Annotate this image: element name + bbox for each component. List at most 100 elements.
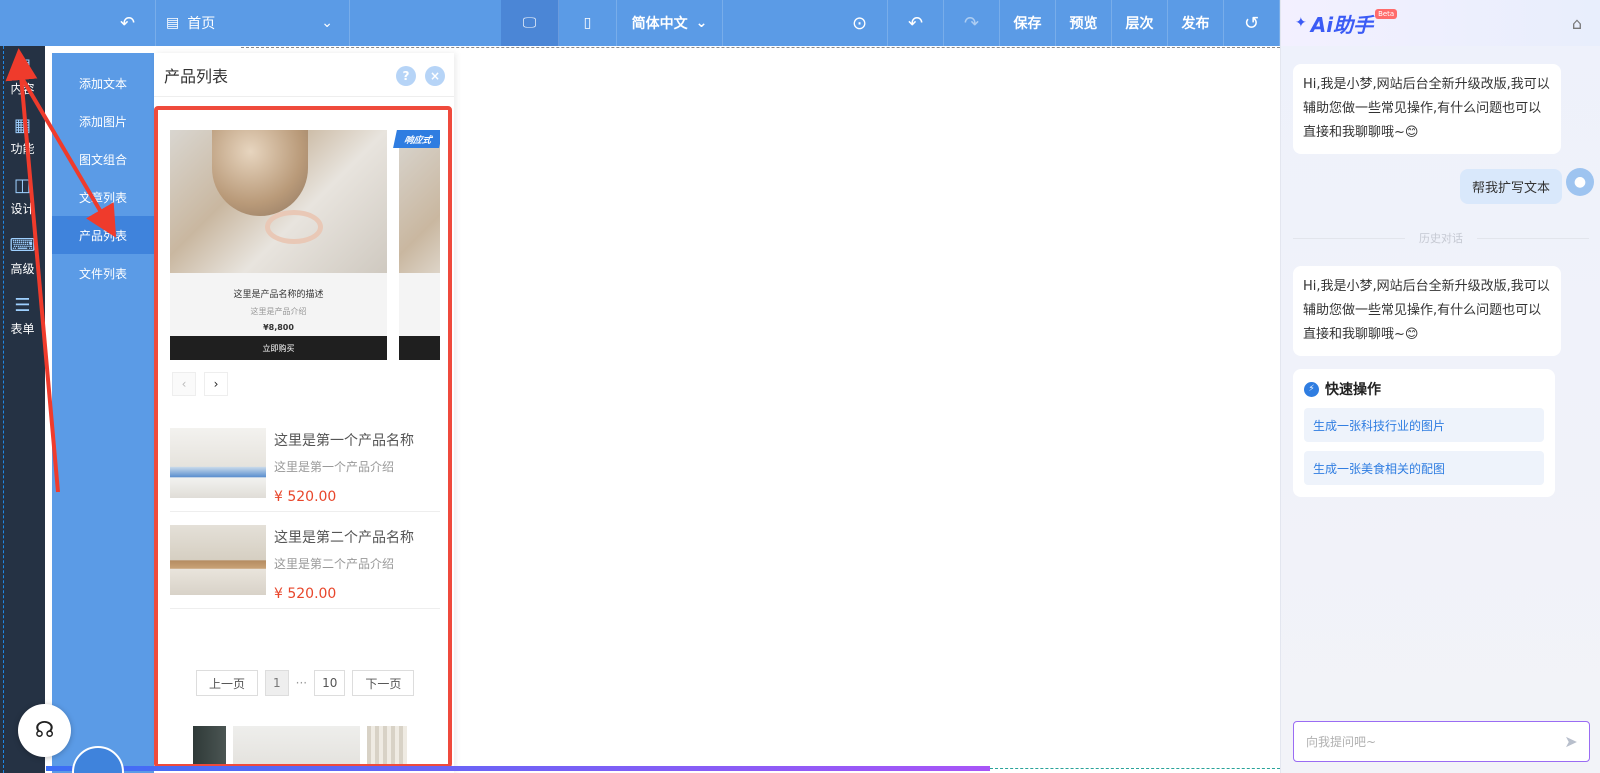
page-last-button[interactable]: 10 [314, 670, 346, 696]
headset-icon: ☊ [34, 718, 55, 743]
carousel-card-next[interactable] [399, 130, 440, 360]
submenu-product-list[interactable]: 产品列表 [52, 216, 154, 254]
list-item[interactable]: 这里是第二个产品名称 这里是第二个产品介绍 ¥ 520.00 [170, 512, 440, 609]
form-icon: ☰ [14, 295, 31, 316]
save-button[interactable]: 保存 [1000, 0, 1056, 46]
language-label: 简体中文 [631, 16, 688, 32]
quick-action-tech-image[interactable]: 生成一张科技行业的图片 [1304, 408, 1544, 442]
ai-assistant-panel: ✦ Ai助手 Beta ⌂ Hi,我是小梦,网站后台全新升级改版,我可以辅助您做… [1280, 0, 1600, 773]
rail-item-label: 高级 [10, 262, 35, 276]
responsive-tag: 响应式 [393, 130, 440, 148]
chevron-right-icon: › [213, 377, 219, 391]
ai-header: ✦ Ai助手 Beta ⌂ [1281, 0, 1600, 46]
vase-shape [212, 130, 308, 216]
prev-page-button[interactable]: 上一页 [196, 670, 259, 696]
page-name: 首页 [187, 16, 216, 32]
product-thumbnail [170, 525, 266, 595]
quick-actions: ⚡ 快速操作 生成一张科技行业的图片 生成一张美食相关的配图 [1293, 369, 1555, 497]
user-icon: ● [1573, 174, 1587, 190]
sparkle-icon: ✦ [1295, 15, 1307, 31]
product-name: 这里是第一个产品名称 [274, 433, 414, 449]
redo-button[interactable]: ↷ [944, 0, 1000, 46]
rail-item-label: 表单 [10, 322, 35, 336]
left-rail: ▤ 内容 ▦ 功能 ◫ 设计 ⌨ 高级 ☰ 表单 [0, 46, 45, 773]
list-item[interactable]: 这里是第一个产品名称 这里是第一个产品介绍 ¥ 520.00 [170, 415, 440, 512]
submenu-image-text[interactable]: 图文组合 [52, 140, 154, 178]
page-1-button[interactable]: 1 [265, 670, 289, 696]
product-thumbnail [170, 428, 266, 498]
rail-item-label: 内容 [10, 82, 35, 96]
chevron-left-icon: ‹ [181, 377, 187, 391]
undo-button[interactable]: ↶ [888, 0, 944, 46]
help-icon[interactable]: ? [396, 66, 416, 86]
rail-item-form[interactable]: ☰ 表单 [0, 286, 45, 346]
more-button[interactable]: ⊙ [832, 0, 888, 46]
rail-item-advanced[interactable]: ⌨ 高级 [0, 226, 45, 286]
buy-now-button[interactable] [399, 336, 440, 360]
desktop-view-button[interactable]: 🖵 [501, 0, 559, 46]
list-template[interactable]: 这里是第一个产品名称 这里是第一个产品介绍 ¥ 520.00 这里是第二个产品名… [170, 415, 440, 609]
code-icon: ⌨ [9, 235, 36, 256]
pager-ellipsis: ··· [295, 676, 308, 690]
quick-actions-title: ⚡ 快速操作 [1304, 379, 1544, 399]
grid-icon: ▦ [13, 115, 31, 136]
submenu-file-list[interactable]: 文件列表 [52, 254, 154, 292]
carousel-template[interactable]: 这里是产品名称的描述 这里是产品介绍 ¥8,800 立即购买 响应式 [170, 130, 440, 365]
buy-now-button[interactable]: 立即购买 [170, 336, 387, 360]
product-list-templates: 这里是产品名称的描述 这里是产品介绍 ¥8,800 立即购买 响应式 ‹ › 这… [154, 106, 452, 768]
publish-button[interactable]: 发布 [1168, 0, 1224, 46]
bot-message: Hi,我是小梦,网站后台全新升级改版,我可以辅助您做一些常见操作,有什么问题也可… [1293, 64, 1561, 154]
rail-item-design[interactable]: ◫ 设计 [0, 166, 45, 226]
submenu-article-list[interactable]: 文章列表 [52, 178, 154, 216]
carousel-card[interactable]: 这里是产品名称的描述 这里是产品介绍 ¥8,800 立即购买 [170, 130, 387, 360]
chevron-down-icon: ⌄ [695, 15, 708, 31]
history-divider: 历史对话 [1293, 230, 1589, 246]
back-button[interactable]: ↶ [100, 0, 156, 46]
send-icon[interactable]: ➤ [1553, 732, 1589, 751]
mobile-view-button[interactable]: ▯ [559, 0, 617, 46]
clear-chat-icon[interactable]: ⌂ [1572, 14, 1582, 33]
layout-icon: ◫ [13, 175, 31, 196]
history-button[interactable]: ↺ [1224, 0, 1280, 46]
layers-button[interactable]: 层次 [1112, 0, 1168, 46]
submenu-add-image[interactable]: 添加图片 [52, 102, 154, 140]
canvas-guide-line [990, 768, 1280, 769]
carousel-nav: ‹ › [172, 372, 228, 396]
beta-badge: Beta [1375, 9, 1398, 19]
card-product-desc: 这里是产品介绍 [250, 307, 307, 316]
gallery-image [233, 726, 360, 764]
product-name: 这里是第二个产品名称 [274, 530, 414, 546]
customer-support-button[interactable]: ☊ [18, 704, 71, 757]
carousel-next-button[interactable]: › [204, 372, 228, 396]
close-icon[interactable]: × [425, 66, 445, 86]
language-selector[interactable]: 简体中文 ⌄ [617, 0, 723, 46]
content-submenu: 添加文本 添加图片 图文组合 文章列表 产品列表 文件列表 [52, 53, 154, 773]
user-avatar: ● [1566, 168, 1594, 196]
document-icon: ▤ [13, 55, 31, 76]
carousel-prev-button[interactable]: ‹ [172, 372, 196, 396]
product-desc: 这里是第一个产品介绍 [274, 460, 395, 474]
panel-header: 产品列表 ? × [154, 53, 454, 97]
history-label: 历史对话 [1419, 232, 1463, 245]
product-desc: 这里是第二个产品介绍 [274, 557, 395, 571]
top-toolbar: ↶ ▤ 首页 ⌄ 🖵 ▯ 简体中文 ⌄ ⊙ ↶ ↷ 保存 预览 层次 发布 ↺ [0, 0, 1280, 46]
rail-item-content[interactable]: ▤ 内容 [0, 46, 45, 106]
next-page-button[interactable]: 下一页 [352, 670, 415, 696]
product-info: 这里是第一个产品名称 这里是第一个产品介绍 ¥ 520.00 [274, 428, 414, 511]
product-price: ¥ 520.00 [274, 489, 337, 505]
canvas-guide-line [241, 47, 1280, 48]
left-guide-line [3, 46, 4, 773]
quick-action-food-image[interactable]: 生成一张美食相关的配图 [1304, 451, 1544, 485]
page-selector[interactable]: ▤ 首页 ⌄ [152, 0, 350, 46]
ai-question-input[interactable] [1294, 734, 1553, 749]
product-image [170, 130, 387, 273]
toolbar-actions: ⊙ ↶ ↷ 保存 预览 层次 发布 ↺ [832, 0, 1280, 46]
gallery-image [193, 726, 226, 764]
product-image [399, 130, 440, 273]
page-icon: ▤ [166, 15, 180, 31]
gallery-template[interactable] [193, 726, 413, 764]
preview-button[interactable]: 预览 [1056, 0, 1112, 46]
rail-item-function[interactable]: ▦ 功能 [0, 106, 45, 166]
back-icon: ↶ [119, 12, 136, 34]
submenu-add-text[interactable]: 添加文本 [52, 64, 154, 102]
